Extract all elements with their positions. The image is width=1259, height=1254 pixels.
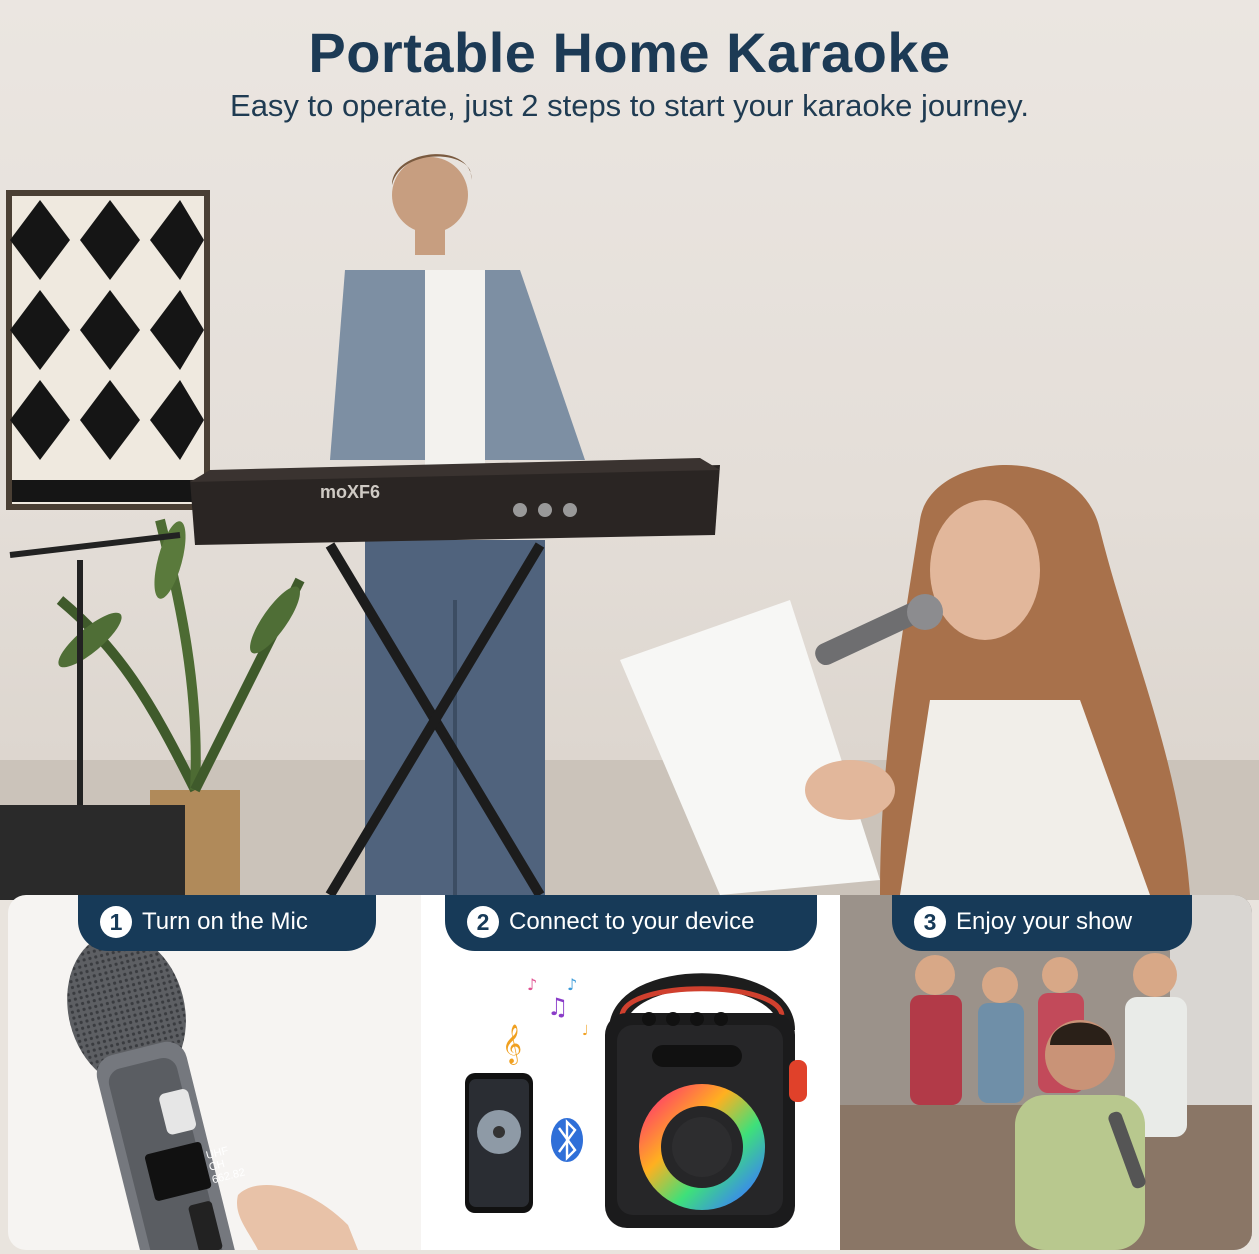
svg-text:♪: ♪ [527, 975, 537, 994]
svg-text:♪: ♪ [567, 975, 577, 994]
step-badge-2: 2 Connect to your device [445, 895, 817, 951]
page-subtitle: Easy to operate, just 2 steps to start y… [230, 88, 1029, 123]
step-label-1: Turn on the Mic [142, 908, 308, 935]
step-panel-show: 3 Enjoy your show [840, 895, 1252, 1250]
music-notes-icon: 𝄞 ♫ ♪ ♪ ♩ [502, 975, 589, 1065]
karaoke-speaker [605, 973, 807, 1228]
step-label-3: Enjoy your show [956, 908, 1133, 935]
room-illustration: moXF6 [0, 154, 1259, 900]
step-badge-3: 3 Enjoy your show [892, 895, 1192, 951]
step-panel-connect: 𝄞 ♫ ♪ ♪ ♩ 2 Connect to your device [427, 895, 835, 1250]
page-title: Portable Home Karaoke [308, 21, 951, 84]
wall-art [6, 190, 210, 510]
treble-clef-icon: 𝄞 [502, 1024, 522, 1065]
svg-text:♩: ♩ [582, 1023, 589, 1039]
product-banner: moXF6 Portable Home Karaoke Easy to oper… [0, 0, 1259, 1254]
svg-text:♫: ♫ [547, 993, 569, 1021]
keyboard-brand: moXF6 [320, 482, 380, 502]
step-panel-mic: UHF CH 662.82 1 Turn on the Mic [8, 895, 421, 1250]
step-label-2: Connect to your device [509, 908, 755, 935]
step-number-2: 2 [467, 906, 499, 938]
step-badge-1: 1 Turn on the Mic [78, 895, 376, 951]
amplifier [0, 805, 185, 900]
step-number-1: 1 [100, 906, 132, 938]
hero-scene: moXF6 Portable Home Karaoke Easy to oper… [0, 0, 1259, 900]
phone [465, 1073, 533, 1213]
bluetooth-icon [551, 1118, 583, 1162]
hand [237, 1185, 358, 1250]
step-number-3: 3 [914, 906, 946, 938]
